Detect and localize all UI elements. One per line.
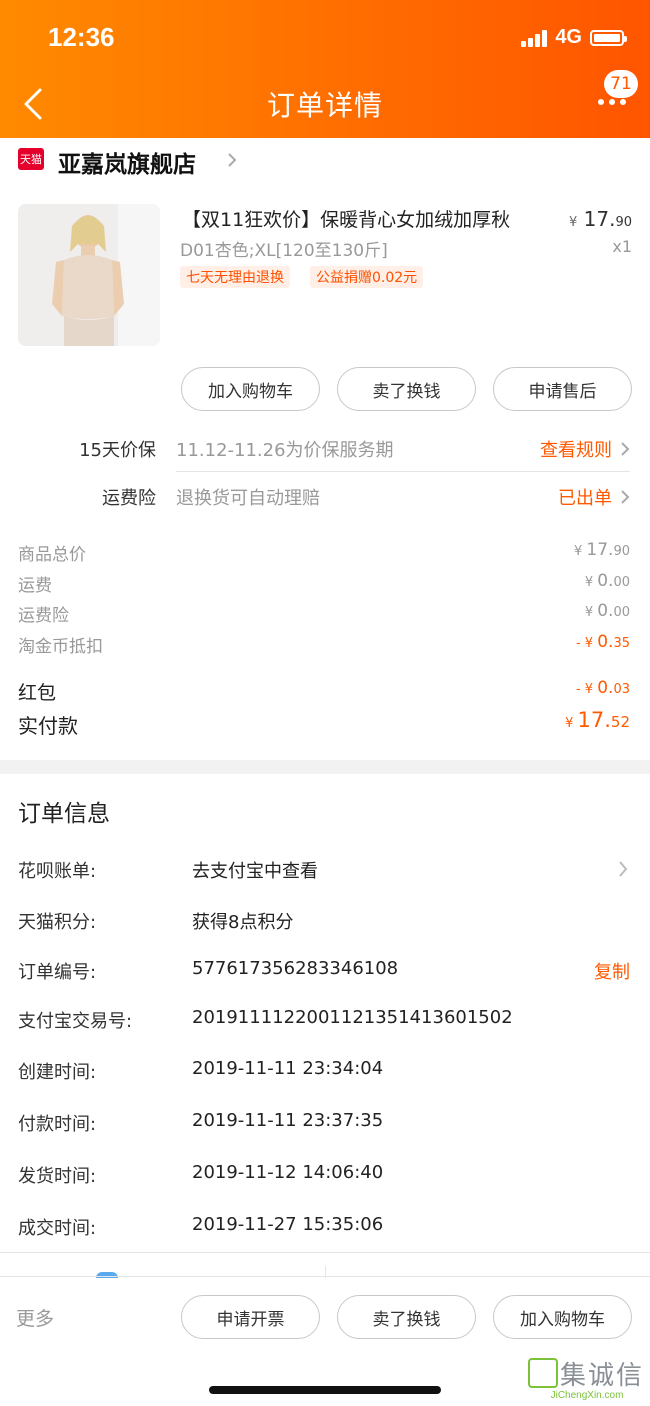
after-sales-button[interactable]: 申请售后 (493, 367, 632, 411)
return-policy-tag: 七天无理由退换 (180, 266, 290, 288)
insurance-fee-value: ¥ 0.00 (584, 601, 630, 621)
huabei-bill-label: 花呗账单: (18, 861, 97, 882)
created-time-value: 2019-11-11 23:34:04 (192, 1058, 384, 1079)
paid-amount-value: ¥ 17.52 (565, 708, 630, 732)
status-time: 12:36 (48, 22, 115, 52)
product-image[interactable] (18, 204, 160, 346)
price-protection-desc: 11.12-11.26为价保服务期 (176, 440, 394, 461)
shipping-insurance-label: 运费险 (102, 488, 156, 509)
resell-button[interactable]: 卖了换钱 (337, 367, 476, 411)
price-protection-label: 15天价保 (79, 440, 156, 461)
tmall-logo-icon: 天猫 (18, 148, 44, 170)
add-to-cart-button[interactable]: 加入购物车 (181, 367, 320, 411)
add-to-cart-button-bottom[interactable]: 加入购物车 (493, 1295, 632, 1339)
request-invoice-button[interactable]: 申请开票 (181, 1295, 320, 1339)
coin-discount-value: - ¥ 0.35 (575, 632, 630, 652)
insurance-status-link[interactable]: 已出单 (558, 484, 630, 510)
partial-icon (96, 1272, 118, 1278)
status-indicators: 4G (521, 26, 627, 49)
shipped-time-value: 2019-11-12 14:06:40 (192, 1162, 384, 1183)
divider (176, 471, 630, 472)
order-number-value: 577617356283346108 (192, 958, 399, 979)
shipping-fee-value: ¥ 0.00 (584, 571, 630, 591)
watermark-subtext: JiChengXin.com (550, 1390, 624, 1401)
watermark-icon (528, 1358, 558, 1388)
goods-total-value: ¥ 17.90 (574, 540, 630, 560)
watermark-logo: 集诚信 JiChengXin.com (528, 1356, 646, 1404)
dot-icon (609, 99, 615, 105)
more-button[interactable]: 更多 (16, 1304, 54, 1331)
charity-tag: 公益捐赠0.02元 (310, 266, 424, 288)
insurance-fee-label: 运费险 (18, 606, 69, 626)
section-separator (0, 760, 650, 774)
chevron-right-icon (621, 490, 630, 504)
copy-button[interactable]: 复制 (594, 958, 630, 984)
chevron-right-icon (621, 442, 630, 456)
paid-amount-label: 实付款 (18, 714, 78, 738)
coin-discount-label: 淘金币抵扣 (18, 637, 103, 657)
order-number-label: 订单编号: (18, 962, 97, 983)
network-type: 4G (555, 26, 582, 48)
created-time-label: 创建时间: (18, 1062, 97, 1083)
view-rules-link[interactable]: 查看规则 (540, 436, 630, 462)
divider (0, 1252, 650, 1253)
store-name[interactable]: 亚嘉岚旗舰店 (58, 145, 196, 179)
bottom-bar-border (0, 1276, 650, 1277)
completed-time-value: 2019-11-27 15:35:06 (192, 1214, 384, 1235)
page-title: 订单详情 (266, 89, 383, 122)
watermark-text: 集诚信 (560, 1360, 645, 1391)
signal-icon (521, 29, 548, 47)
product-sku: D01杏色;XL[120至130斤] (180, 241, 388, 261)
shipping-insurance-desc: 退换货可自动理赔 (176, 488, 320, 509)
alipay-txn-label: 支付宝交易号: (18, 1011, 133, 1032)
paid-time-label: 付款时间: (18, 1114, 97, 1135)
completed-time-label: 成交时间: (18, 1218, 97, 1239)
dot-icon (598, 99, 604, 105)
dot-icon (620, 99, 626, 105)
shipped-time-label: 发货时间: (18, 1166, 97, 1187)
shipping-fee-label: 运费 (18, 576, 52, 596)
product-title[interactable]: 【双11狂欢价】保暖背心女加绒加厚秋 (182, 205, 552, 232)
battery-icon (590, 29, 627, 46)
huabei-bill-link[interactable]: 去支付宝中查看 (192, 857, 318, 883)
red-packet-value: - ¥ 0.03 (575, 678, 630, 698)
goods-total-label: 商品总价 (18, 545, 86, 565)
order-info-title: 订单信息 (18, 801, 110, 827)
resell-button-bottom[interactable]: 卖了换钱 (337, 1295, 476, 1339)
red-packet-label: 红包 (18, 682, 57, 704)
points-label: 天猫积分: (18, 912, 97, 933)
paid-time-value: 2019-11-11 23:37:35 (192, 1110, 384, 1131)
chevron-right-icon[interactable] (226, 152, 238, 168)
home-indicator (209, 1386, 441, 1394)
points-value: 获得8点积分 (192, 912, 294, 933)
product-quantity: x1 (612, 237, 632, 256)
more-menu-button[interactable] (594, 92, 630, 112)
product-photo (18, 204, 160, 346)
product-price: ¥ 17.90 (569, 207, 632, 231)
top-header: 12:36 4G 订单详情 71 (0, 0, 650, 138)
alipay-txn-value: 2019111122001121351413601502 (192, 1007, 513, 1028)
chevron-right-icon[interactable] (618, 860, 628, 878)
